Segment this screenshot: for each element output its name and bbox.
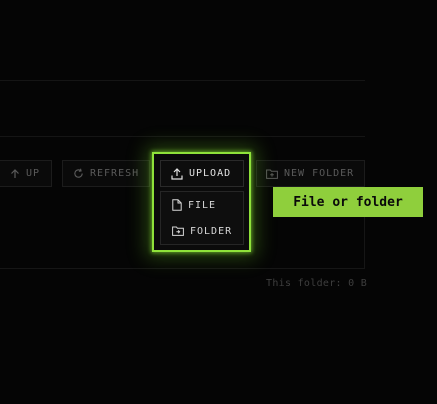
refresh-button[interactable]: REFRESH bbox=[62, 160, 150, 187]
new-folder-button[interactable]: NEW FOLDER bbox=[256, 160, 365, 187]
upload-button[interactable]: UPLOAD bbox=[160, 160, 244, 187]
upload-button-label: UPLOAD bbox=[189, 168, 232, 179]
folder-upload-icon bbox=[172, 226, 184, 236]
menu-item-folder-label: FOLDER bbox=[190, 225, 233, 237]
up-button-label: UP bbox=[26, 168, 41, 179]
arrow-up-icon bbox=[11, 168, 19, 178]
up-button[interactable]: UP bbox=[0, 160, 52, 187]
toolbar-top-divider bbox=[0, 136, 365, 137]
tooltip: File or folder bbox=[273, 187, 423, 217]
file-icon bbox=[172, 199, 182, 211]
content-bottom-border bbox=[0, 268, 365, 269]
upload-icon bbox=[171, 167, 183, 180]
new-folder-button-label: NEW FOLDER bbox=[284, 168, 355, 179]
menu-item-file-label: FILE bbox=[188, 199, 217, 211]
refresh-icon bbox=[74, 168, 83, 178]
header-divider bbox=[0, 80, 365, 81]
folder-plus-icon bbox=[266, 169, 278, 179]
upload-dropdown-menu: FILE FOLDER bbox=[160, 191, 244, 245]
menu-item-folder[interactable]: FOLDER bbox=[161, 218, 243, 244]
folder-size-status: This folder: 0 B bbox=[266, 278, 368, 289]
file-manager-window: UP REFRESH NEW FOLDER UPLOAD FILE FOLDER… bbox=[0, 0, 437, 404]
menu-item-file[interactable]: FILE bbox=[161, 192, 243, 218]
refresh-button-label: REFRESH bbox=[90, 168, 140, 179]
